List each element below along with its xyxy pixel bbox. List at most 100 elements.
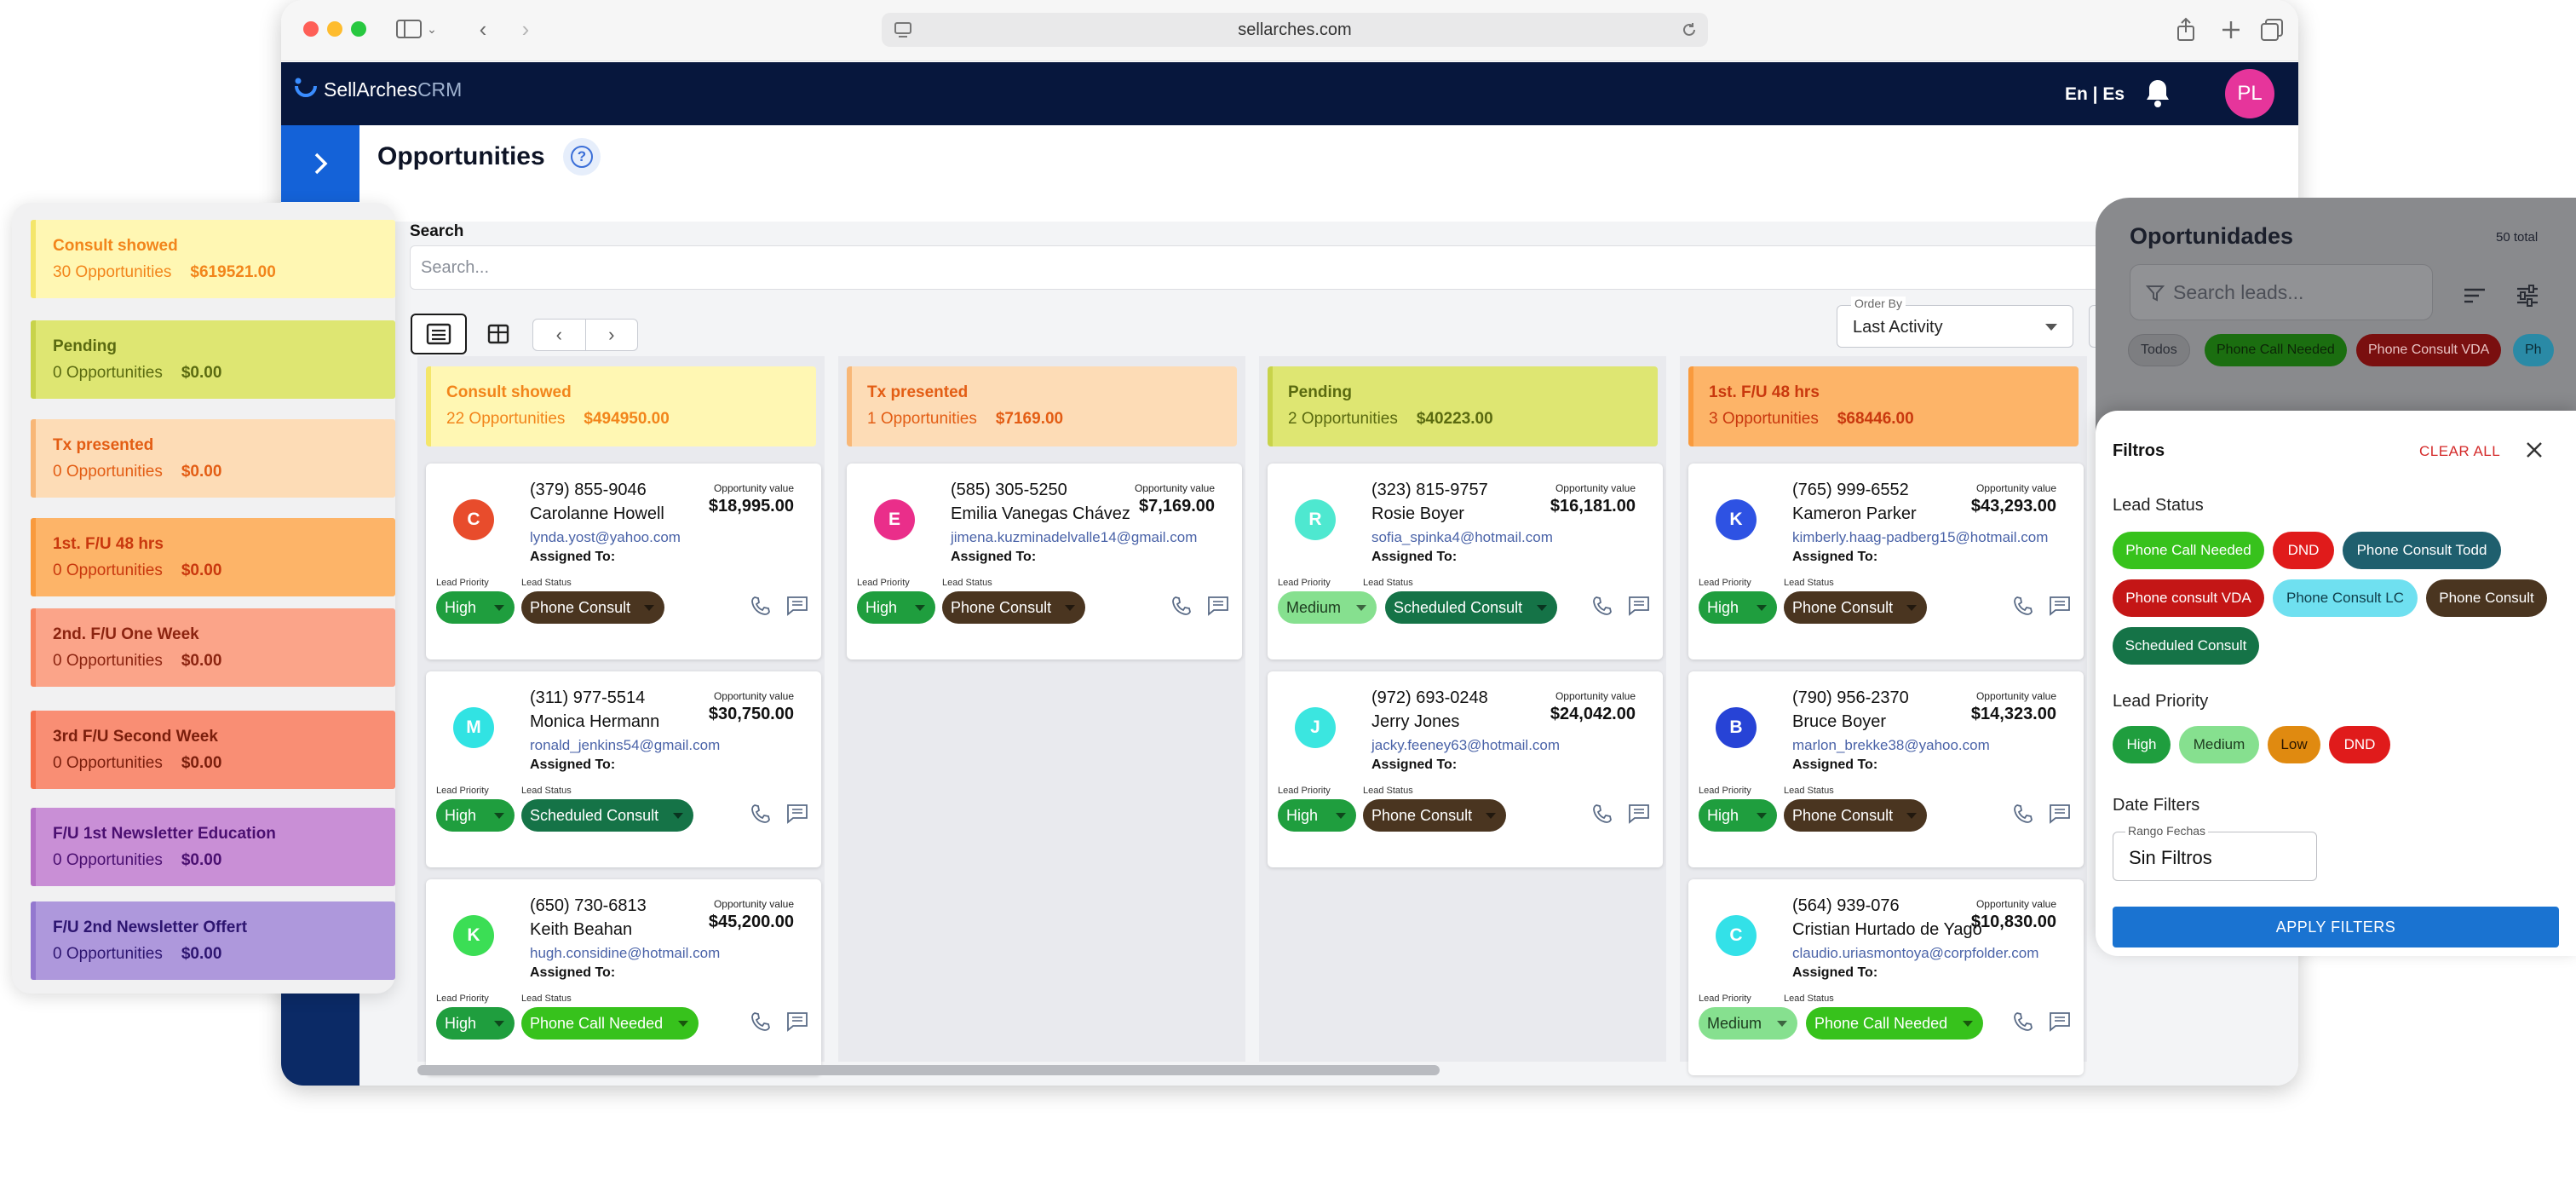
message-icon[interactable] bbox=[785, 1011, 809, 1033]
mobile-filter-chip[interactable]: Phone Consult VDA bbox=[2356, 334, 2502, 366]
status-select[interactable]: Phone Consult bbox=[521, 591, 664, 624]
expand-sidebar-button[interactable] bbox=[281, 125, 359, 202]
lead-status-chip[interactable]: Scheduled Consult bbox=[2113, 627, 2259, 665]
status-select[interactable]: Phone Consult bbox=[1363, 799, 1506, 832]
priority-select[interactable]: High bbox=[1278, 799, 1356, 832]
opportunity-card[interactable]: J (972) 693-0248 Jerry Jones jacky.feene… bbox=[1268, 671, 1663, 867]
opportunity-card[interactable]: M (311) 977-5514 Monica Hermann ronald_j… bbox=[426, 671, 821, 867]
lead-status-chip[interactable]: Phone Call Needed bbox=[2113, 532, 2264, 569]
stage-summary-item[interactable]: Tx presented 0 Opportunities $0.00 bbox=[31, 419, 395, 498]
sort-icon[interactable] bbox=[2462, 286, 2487, 305]
table-view-button[interactable] bbox=[470, 314, 526, 354]
contact-email: sofia_spinka4@hotmail.com bbox=[1371, 529, 1553, 545]
brand-logo[interactable]: SellArches CRM bbox=[293, 76, 462, 103]
stage-summary-item[interactable]: F/U 2nd Newsletter Offert 0 Opportunitie… bbox=[31, 901, 395, 980]
lead-status-chip[interactable]: Phone Consult bbox=[2426, 579, 2547, 617]
lead-status-chip[interactable]: Phone Consult LC bbox=[2273, 579, 2418, 617]
opportunity-card[interactable]: K (765) 999-6552 Kameron Parker kimberly… bbox=[1688, 464, 2084, 659]
priority-select[interactable]: High bbox=[857, 591, 935, 624]
priority-select[interactable]: Medium bbox=[1699, 1007, 1797, 1040]
opportunity-card[interactable]: E (585) 305-5250 Emilia Vanegas Chávez j… bbox=[847, 464, 1242, 659]
message-icon[interactable] bbox=[1206, 595, 1230, 617]
priority-select[interactable]: Medium bbox=[1278, 591, 1377, 624]
opportunity-card[interactable]: C (564) 939-076 Cristian Hurtado de Yago… bbox=[1688, 879, 2084, 1075]
message-icon[interactable] bbox=[2048, 803, 2072, 825]
tabs-overview-icon[interactable] bbox=[2259, 17, 2285, 43]
lead-priority-chip[interactable]: Medium bbox=[2179, 726, 2259, 763]
opportunity-card[interactable]: B (790) 956-2370 Bruce Boyer marlon_brek… bbox=[1688, 671, 2084, 867]
lead-priority-chip[interactable]: High bbox=[2113, 726, 2171, 763]
back-icon[interactable]: ‹ bbox=[470, 15, 496, 43]
status-select[interactable]: Scheduled Consult bbox=[521, 799, 693, 832]
lead-status-chip[interactable]: Phone consult VDA bbox=[2113, 579, 2264, 617]
mobile-filter-chip[interactable]: Todos bbox=[2128, 334, 2190, 366]
minimize-window-button[interactable] bbox=[327, 21, 342, 37]
close-window-button[interactable] bbox=[303, 21, 319, 37]
stage-summary-item[interactable]: F/U 1st Newsletter Education 0 Opportuni… bbox=[31, 808, 395, 886]
call-icon[interactable] bbox=[2012, 803, 2034, 825]
message-icon[interactable] bbox=[2048, 595, 2072, 617]
horizontal-scrollbar[interactable] bbox=[417, 1065, 1440, 1075]
status-select[interactable]: Phone Call Needed bbox=[1806, 1007, 1983, 1040]
call-icon[interactable] bbox=[1591, 595, 1613, 617]
message-icon[interactable] bbox=[785, 595, 809, 617]
call-icon[interactable] bbox=[1170, 595, 1193, 617]
call-icon[interactable] bbox=[750, 803, 772, 825]
message-icon[interactable] bbox=[2048, 1011, 2072, 1033]
forward-icon[interactable]: › bbox=[513, 15, 538, 43]
opportunity-card[interactable]: R (323) 815-9757 Rosie Boyer sofia_spink… bbox=[1268, 464, 1663, 659]
message-icon[interactable] bbox=[1627, 803, 1651, 825]
language-switch[interactable]: En | Es bbox=[2065, 84, 2125, 105]
mobile-filter-chip[interactable]: Ph bbox=[2513, 334, 2554, 366]
message-icon[interactable] bbox=[785, 803, 809, 825]
status-select[interactable]: Phone Consult bbox=[942, 591, 1085, 624]
call-icon[interactable] bbox=[1591, 803, 1613, 825]
status-select[interactable]: Phone Consult bbox=[1784, 591, 1927, 624]
help-button[interactable]: ? bbox=[563, 138, 601, 176]
priority-select[interactable]: High bbox=[1699, 591, 1777, 624]
status-select[interactable]: Phone Call Needed bbox=[521, 1007, 699, 1040]
call-icon[interactable] bbox=[2012, 1011, 2034, 1033]
sidebar-toggle-icon[interactable]: ⌄ bbox=[395, 15, 438, 43]
stage-summary-item[interactable]: Pending 0 Opportunities $0.00 bbox=[31, 320, 395, 399]
kanban-view-button[interactable] bbox=[411, 314, 467, 354]
opportunity-card[interactable]: C (379) 855-9046 Carolanne Howell lynda.… bbox=[426, 464, 821, 659]
opportunity-card[interactable]: K (650) 730-6813 Keith Beahan hugh.consi… bbox=[426, 879, 821, 1075]
new-tab-icon[interactable] bbox=[2220, 19, 2242, 41]
apply-filters-button[interactable]: APPLY FILTERS bbox=[2113, 907, 2559, 947]
status-select[interactable]: Phone Consult bbox=[1784, 799, 1927, 832]
reload-icon[interactable] bbox=[1681, 21, 1698, 38]
clear-all-button[interactable]: CLEAR ALL bbox=[2419, 443, 2500, 460]
call-icon[interactable] bbox=[750, 595, 772, 617]
user-avatar[interactable]: PL bbox=[2225, 69, 2274, 118]
order-by-select[interactable]: Order By Last Activity bbox=[1837, 297, 2073, 348]
prev-page-button[interactable]: ‹ bbox=[533, 320, 586, 350]
lead-status-chip[interactable]: Phone Consult Todd bbox=[2343, 532, 2501, 569]
lead-priority-chip[interactable]: DND bbox=[2329, 726, 2390, 763]
share-icon[interactable] bbox=[2174, 17, 2198, 43]
stage-summary-item[interactable]: 3rd F/U Second Week 0 Opportunities $0.00 bbox=[31, 711, 395, 789]
message-icon[interactable] bbox=[1627, 595, 1651, 617]
next-page-button[interactable]: › bbox=[586, 320, 638, 350]
close-icon[interactable] bbox=[2524, 440, 2544, 460]
date-range-select[interactable]: Rango Fechas Sin Filtros bbox=[2113, 824, 2317, 881]
stage-summary-item[interactable]: 1st. F/U 48 hrs 0 Opportunities $0.00 bbox=[31, 518, 395, 596]
lead-status-chip[interactable]: DND bbox=[2273, 532, 2334, 569]
priority-select[interactable]: High bbox=[436, 1007, 515, 1040]
mobile-filter-chip[interactable]: Phone Call Needed bbox=[2205, 334, 2347, 366]
priority-select[interactable]: High bbox=[1699, 799, 1777, 832]
stage-summary-item[interactable]: 2nd. F/U One Week 0 Opportunities $0.00 bbox=[31, 608, 395, 687]
search-input[interactable]: Search... bbox=[410, 245, 2199, 290]
mobile-search-input[interactable]: Search leads... bbox=[2130, 264, 2433, 320]
status-select[interactable]: Scheduled Consult bbox=[1385, 591, 1557, 624]
tune-filters-icon[interactable] bbox=[2515, 283, 2540, 308]
call-icon[interactable] bbox=[750, 1011, 772, 1033]
zoom-window-button[interactable] bbox=[351, 21, 366, 37]
priority-select[interactable]: High bbox=[436, 799, 515, 832]
notifications-bell-icon[interactable] bbox=[2143, 78, 2172, 110]
lead-priority-chip[interactable]: Low bbox=[2268, 726, 2320, 763]
call-icon[interactable] bbox=[2012, 595, 2034, 617]
stage-summary-item[interactable]: Consult showed 30 Opportunities $619521.0… bbox=[31, 220, 395, 298]
priority-select[interactable]: High bbox=[436, 591, 515, 624]
address-bar[interactable]: sellarches.com bbox=[882, 13, 1708, 47]
